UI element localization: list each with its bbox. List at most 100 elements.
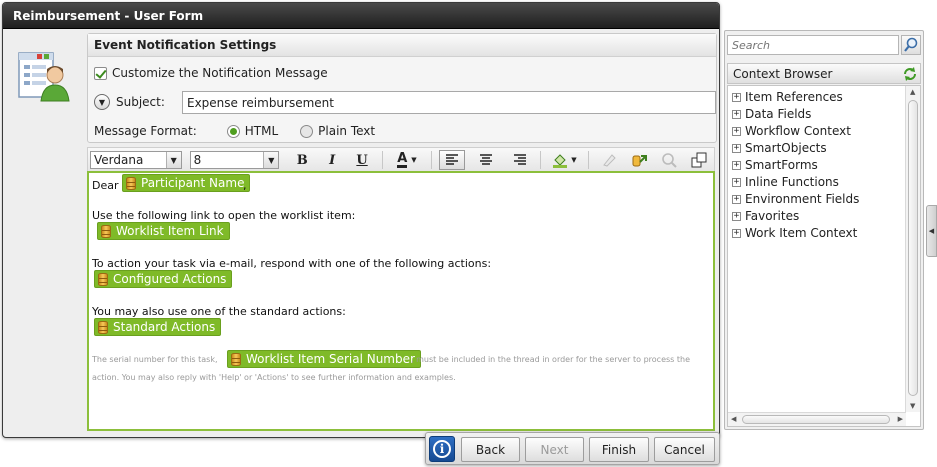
- configured-actions-field[interactable]: Configured Actions: [94, 270, 233, 288]
- vertical-scroll-thumb[interactable]: [908, 100, 918, 396]
- tree-item-label: SmartObjects: [745, 141, 827, 155]
- serial-number-text: The serial number for this task,: [92, 355, 218, 364]
- greeting-comma: ,: [243, 179, 247, 192]
- action-instructions-text: To action your task via e-mail, respond …: [92, 257, 492, 270]
- align-left-button[interactable]: [438, 150, 465, 170]
- message-editor[interactable]: Dear Participant Name , Use the followin…: [87, 171, 715, 431]
- align-center-icon: [479, 154, 492, 165]
- tree-item-label: Data Fields: [745, 107, 812, 121]
- worklist-item-link-field[interactable]: Worklist Item Link: [97, 222, 230, 240]
- align-right-button[interactable]: [507, 150, 533, 170]
- context-browser-header: Context Browser: [727, 63, 921, 84]
- expand-icon: +: [732, 125, 741, 136]
- customize-checkbox[interactable]: [94, 66, 107, 80]
- database-field-icon: [98, 320, 108, 334]
- database-field-icon: [231, 352, 241, 366]
- user-form-icon: [15, 45, 73, 105]
- worklist-item-serial-number-field[interactable]: Worklist Item Serial Number: [227, 350, 421, 368]
- search-button[interactable]: [901, 35, 921, 55]
- format-plain-text-radio[interactable]: [300, 124, 314, 138]
- search-icon: [904, 37, 918, 52]
- vertical-scrollbar[interactable]: ▲ ▼: [905, 86, 920, 412]
- database-field-icon: [98, 272, 108, 286]
- font-family-select[interactable]: Verdana ▼: [90, 151, 182, 169]
- configured-actions-label: Configured Actions: [113, 272, 227, 286]
- worklist-item-link-label: Worklist Item Link: [116, 224, 224, 238]
- info-button[interactable]: i: [429, 436, 455, 462]
- expand-icon: +: [732, 176, 741, 187]
- participant-name-field[interactable]: Participant Name: [122, 174, 251, 192]
- scroll-right-icon[interactable]: ▶: [898, 415, 903, 423]
- next-button[interactable]: Next: [525, 437, 584, 462]
- expand-icon: +: [732, 193, 741, 204]
- context-search-input[interactable]: [727, 35, 899, 55]
- popout-editor-button[interactable]: [686, 150, 712, 170]
- tree-item-label: Workflow Context: [745, 124, 851, 138]
- tree-item-smartforms[interactable]: + SmartForms: [732, 158, 818, 172]
- tree-item-data-fields[interactable]: + Data Fields: [732, 107, 811, 121]
- format-html-radio[interactable]: [226, 124, 240, 138]
- refresh-button[interactable]: [902, 66, 918, 82]
- toolbar-separator: [588, 151, 590, 169]
- magnifier-icon: [662, 153, 677, 168]
- reply-help-text: action. You may also reply with 'Help' o…: [92, 373, 456, 382]
- scroll-up-icon[interactable]: ▲: [910, 88, 915, 96]
- find-field-button[interactable]: [656, 150, 682, 170]
- chevron-down-icon: ▼: [98, 97, 106, 107]
- insert-field-button[interactable]: [626, 150, 652, 170]
- eraser-icon: [603, 154, 617, 167]
- subject-row: ▼ Subject:: [94, 94, 165, 110]
- font-color-button[interactable]: A ▼: [390, 150, 424, 170]
- insert-field-icon: [632, 155, 648, 167]
- tree-item-item-references[interactable]: + Item References: [732, 90, 843, 104]
- tree-item-favorites[interactable]: + Favorites: [732, 209, 799, 223]
- scroll-left-icon[interactable]: ◀: [731, 415, 736, 423]
- tree-item-label: Item References: [745, 90, 843, 104]
- subject-expand-button[interactable]: ▼: [94, 94, 110, 110]
- format-html-label: HTML: [244, 124, 279, 138]
- finish-button[interactable]: Finish: [589, 437, 649, 462]
- toolbar-separator: [430, 151, 432, 169]
- tree-item-environment-fields[interactable]: + Environment Fields: [732, 192, 859, 206]
- expand-icon: +: [732, 108, 741, 119]
- collapse-panel-button[interactable]: ◀: [926, 205, 937, 257]
- font-family-value: Verdana: [94, 153, 144, 167]
- tree-item-smartobjects[interactable]: + SmartObjects: [732, 141, 827, 155]
- standard-actions-label: Standard Actions: [113, 320, 216, 334]
- back-button[interactable]: Back: [461, 437, 520, 462]
- font-size-select[interactable]: 8 ▼: [189, 151, 280, 169]
- refresh-icon: [904, 67, 916, 81]
- paint-bucket-icon: [553, 154, 568, 168]
- tree-item-label: Environment Fields: [745, 192, 860, 206]
- align-right-icon: [513, 154, 526, 165]
- window-title: Reimbursement - User Form: [3, 3, 719, 29]
- message-format-row: Message Format: HTML Plain Text: [94, 124, 375, 138]
- highlight-color-button[interactable]: ▼: [548, 150, 582, 170]
- tree-item-workflow-context[interactable]: + Workflow Context: [732, 124, 851, 138]
- align-center-button[interactable]: [473, 150, 499, 170]
- horizontal-scroll-thumb[interactable]: [742, 415, 890, 424]
- expand-icon: +: [732, 142, 741, 153]
- greeting-text: Dear: [92, 179, 119, 192]
- subject-label: Subject:: [116, 95, 165, 109]
- wizard-footer: i Back Next Finish Cancel: [425, 432, 720, 465]
- context-browser-title: Context Browser: [733, 67, 833, 81]
- context-browser-panel: Context Browser + Item References + Data…: [724, 30, 924, 430]
- tree-item-label: Work Item Context: [745, 226, 858, 240]
- italic-button[interactable]: I: [319, 150, 345, 170]
- expand-icon: +: [732, 227, 741, 238]
- tree-item-work-item-context[interactable]: + Work Item Context: [732, 226, 857, 240]
- tree-item-inline-functions[interactable]: + Inline Functions: [732, 175, 839, 189]
- horizontal-scrollbar[interactable]: ◀ ▶: [728, 412, 906, 426]
- cancel-button[interactable]: Cancel: [654, 437, 715, 462]
- toolbar-separator: [381, 151, 383, 169]
- scroll-down-icon[interactable]: ▼: [910, 402, 915, 410]
- editor-toolbar: Verdana ▼ 8 ▼ B I U A ▼ ▼: [87, 147, 715, 173]
- standard-actions-field[interactable]: Standard Actions: [94, 318, 222, 336]
- eraser-button[interactable]: [596, 150, 622, 170]
- align-left-icon: [445, 154, 458, 165]
- underline-button[interactable]: U: [349, 150, 375, 170]
- bold-button[interactable]: B: [289, 150, 315, 170]
- subject-input[interactable]: [182, 91, 716, 114]
- format-plain-text-label: Plain Text: [318, 124, 376, 138]
